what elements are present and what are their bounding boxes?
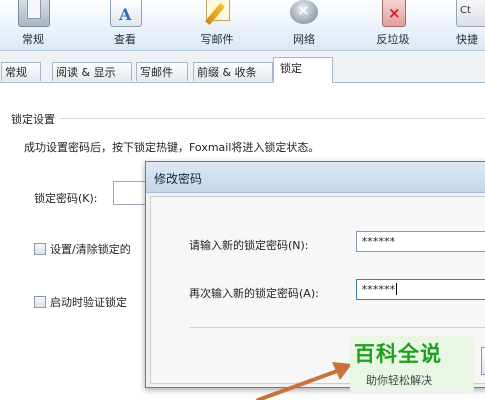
toolbar-network-button[interactable]: 网络 <box>274 0 334 50</box>
anti-spam-icon <box>382 0 406 27</box>
text-caret <box>395 283 397 295</box>
group-divider <box>11 118 485 119</box>
shortcut-icon <box>456 0 485 27</box>
settings-tab-bar: 常规 阅读 & 显示 写邮件 前缀 & 收条 锁定 <box>0 51 485 83</box>
toolbar-anti-spam-label: 反垃圾 <box>376 33 410 46</box>
lock-settings-description: 成功设置密码后，按下锁定热键，Foxmail将进入锁定状态。 <box>24 141 320 154</box>
dialog-title: 修改密码 <box>154 172 203 186</box>
tab-compose[interactable]: 写邮件 <box>136 62 188 81</box>
verify-on-start-checkbox[interactable] <box>34 296 46 308</box>
watermark-main-text: 百科全说 <box>354 342 442 366</box>
tab-prefix-receipt[interactable]: 前缀 & 收条 <box>193 62 273 81</box>
view-icon <box>110 0 142 27</box>
compose-icon <box>202 0 232 26</box>
lock-password-label: 锁定密码(K): <box>34 192 98 205</box>
dialog-title-bar[interactable]: 修改密码 <box>146 162 485 193</box>
dialog-ok-button[interactable] <box>481 347 485 375</box>
toolbar-compose-label: 写邮件 <box>200 33 234 46</box>
verify-on-start-checkbox-label: 启动时验证锁定 <box>50 296 127 309</box>
confirm-password-value: ****** <box>361 283 396 296</box>
tab-general[interactable]: 常规 <box>1 62 41 81</box>
toolbar-compose-button[interactable]: 写邮件 <box>187 0 247 50</box>
settings-toolbar: 常规 查看 写邮件 网络 反垃圾 快捷 <box>0 0 485 51</box>
watermark-sub-text: 助你轻松解决 <box>366 374 432 387</box>
toolbar-view-button[interactable]: 查看 <box>95 0 155 50</box>
watermark-logo: 百科全说 助你轻松解决 <box>350 336 474 392</box>
new-password-input[interactable]: ****** <box>356 231 485 252</box>
confirm-password-input[interactable]: ****** <box>356 279 485 300</box>
new-password-label: 请输入新的锁定密码(N): <box>189 239 309 252</box>
toolbar-shortcut-label: 快捷 <box>456 33 478 46</box>
general-settings-icon <box>18 0 50 27</box>
set-clear-lock-checkbox-label: 设置/清除锁定的 <box>50 243 131 256</box>
tab-lock[interactable]: 锁定 <box>273 57 333 83</box>
toolbar-view-label: 查看 <box>114 33 136 46</box>
toolbar-general-button[interactable]: 常规 <box>3 0 63 50</box>
tab-read-display[interactable]: 阅读 & 显示 <box>52 62 132 81</box>
dialog-separator <box>189 327 485 328</box>
set-clear-lock-checkbox-row[interactable]: 设置/清除锁定的 <box>34 241 131 257</box>
lock-settings-group-title: 锁定设置 <box>11 111 59 127</box>
set-clear-lock-checkbox[interactable] <box>34 243 46 255</box>
toolbar-general-label: 常规 <box>22 33 44 46</box>
verify-on-start-checkbox-row[interactable]: 启动时验证锁定 <box>34 294 127 310</box>
toolbar-shortcut-button[interactable]: 快捷 <box>448 0 485 50</box>
confirm-password-label: 再次输入新的锁定密码(A): <box>189 287 319 300</box>
network-icon <box>290 0 318 24</box>
toolbar-anti-spam-button[interactable]: 反垃圾 <box>363 0 423 50</box>
toolbar-network-label: 网络 <box>293 33 315 46</box>
